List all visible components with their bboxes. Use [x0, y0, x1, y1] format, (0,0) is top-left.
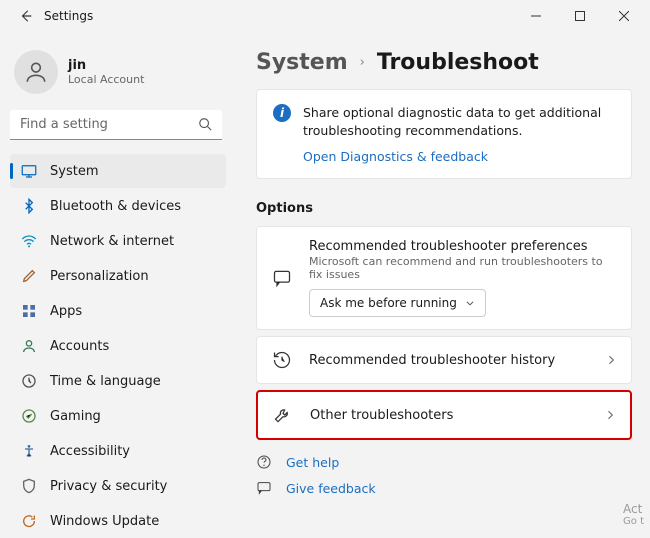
chevron-right-icon — [605, 354, 617, 366]
content: System › Troubleshoot i Share optional d… — [230, 32, 650, 532]
titlebar: Settings — [0, 0, 650, 32]
breadcrumb-parent[interactable]: System — [256, 50, 348, 75]
sidebar-item-network[interactable]: Network & internet — [10, 224, 226, 258]
accounts-icon — [20, 337, 38, 355]
chevron-right-icon: › — [360, 55, 365, 70]
history-icon — [271, 349, 293, 371]
account-type: Local Account — [68, 73, 144, 86]
dropdown-value: Ask me before running — [320, 296, 457, 310]
chevron-right-icon — [604, 409, 616, 421]
sidebar-item-privacy[interactable]: Privacy & security — [10, 469, 226, 503]
link-label: Give feedback — [286, 481, 376, 496]
give-feedback-link[interactable]: Give feedback — [256, 480, 632, 496]
arrow-left-icon — [19, 9, 33, 23]
sidebar-item-label: Time & language — [50, 374, 161, 389]
sidebar-item-system[interactable]: System — [10, 154, 226, 188]
back-button[interactable] — [18, 8, 34, 24]
open-diagnostics-link[interactable]: Open Diagnostics & feedback — [303, 149, 615, 164]
sidebar-item-label: Bluetooth & devices — [50, 199, 181, 214]
avatar — [14, 50, 58, 94]
user-icon — [23, 59, 49, 85]
search-box — [10, 110, 222, 140]
bluetooth-icon — [20, 197, 38, 215]
app-title: Settings — [44, 9, 93, 23]
activation-watermark: Act Go t — [623, 502, 644, 528]
sidebar-item-label: Accessibility — [50, 444, 130, 459]
minimize-button[interactable] — [514, 0, 558, 32]
system-icon — [20, 162, 38, 180]
card-title: Recommended troubleshooter history — [309, 353, 589, 368]
help-icon — [256, 454, 274, 470]
sidebar-item-label: Personalization — [50, 269, 149, 284]
close-button[interactable] — [602, 0, 646, 32]
sidebar-item-accessibility[interactable]: Accessibility — [10, 434, 226, 468]
sidebar-item-accounts[interactable]: Accounts — [10, 329, 226, 363]
nav: System Bluetooth & devices Network & int… — [10, 154, 226, 538]
sidebar-item-personalization[interactable]: Personalization — [10, 259, 226, 293]
sidebar-item-label: Apps — [50, 304, 82, 319]
sidebar-item-bluetooth[interactable]: Bluetooth & devices — [10, 189, 226, 223]
card-title: Recommended troubleshooter preferences — [309, 239, 617, 254]
account-block[interactable]: jin Local Account — [10, 42, 226, 108]
gaming-icon — [20, 407, 38, 425]
update-icon — [20, 512, 38, 530]
sidebar-item-label: Gaming — [50, 409, 101, 424]
sidebar-item-update[interactable]: Windows Update — [10, 504, 226, 538]
wifi-icon — [20, 232, 38, 250]
other-troubleshooters-card[interactable]: Other troubleshooters — [256, 390, 632, 440]
chevron-down-icon — [465, 298, 475, 308]
search-input[interactable] — [10, 110, 222, 140]
page-title: Troubleshoot — [377, 50, 539, 75]
sidebar-item-label: Privacy & security — [50, 479, 167, 494]
footer-links: Get help Give feedback — [256, 454, 632, 496]
wrench-icon — [272, 404, 294, 426]
sidebar: jin Local Account System Bluetooth & dev… — [0, 32, 230, 532]
info-icon: i — [273, 104, 291, 122]
sidebar-item-label: System — [50, 164, 98, 179]
banner-text: Share optional diagnostic data to get ad… — [303, 104, 615, 139]
shield-icon — [20, 477, 38, 495]
diagnostics-banner: i Share optional diagnostic data to get … — [256, 89, 632, 179]
history-card[interactable]: Recommended troubleshooter history — [256, 336, 632, 384]
sidebar-item-label: Network & internet — [50, 234, 174, 249]
get-help-link[interactable]: Get help — [256, 454, 632, 470]
sidebar-item-gaming[interactable]: Gaming — [10, 399, 226, 433]
search-icon — [198, 117, 212, 131]
sidebar-item-label: Accounts — [50, 339, 109, 354]
preferences-card: Recommended troubleshooter preferences M… — [256, 226, 632, 330]
sidebar-item-time[interactable]: Time & language — [10, 364, 226, 398]
feedback-icon — [256, 480, 274, 496]
link-label: Get help — [286, 455, 339, 470]
card-title: Other troubleshooters — [310, 408, 588, 423]
breadcrumb: System › Troubleshoot — [256, 50, 632, 75]
brush-icon — [20, 267, 38, 285]
sidebar-item-apps[interactable]: Apps — [10, 294, 226, 328]
clock-icon — [20, 372, 38, 390]
chat-icon — [271, 267, 293, 289]
options-heading: Options — [256, 201, 632, 216]
accessibility-icon — [20, 442, 38, 460]
account-name: jin — [68, 58, 144, 73]
sidebar-item-label: Windows Update — [50, 514, 159, 529]
maximize-button[interactable] — [558, 0, 602, 32]
apps-icon — [20, 302, 38, 320]
card-subtitle: Microsoft can recommend and run troubles… — [309, 255, 617, 281]
preference-dropdown[interactable]: Ask me before running — [309, 289, 486, 317]
